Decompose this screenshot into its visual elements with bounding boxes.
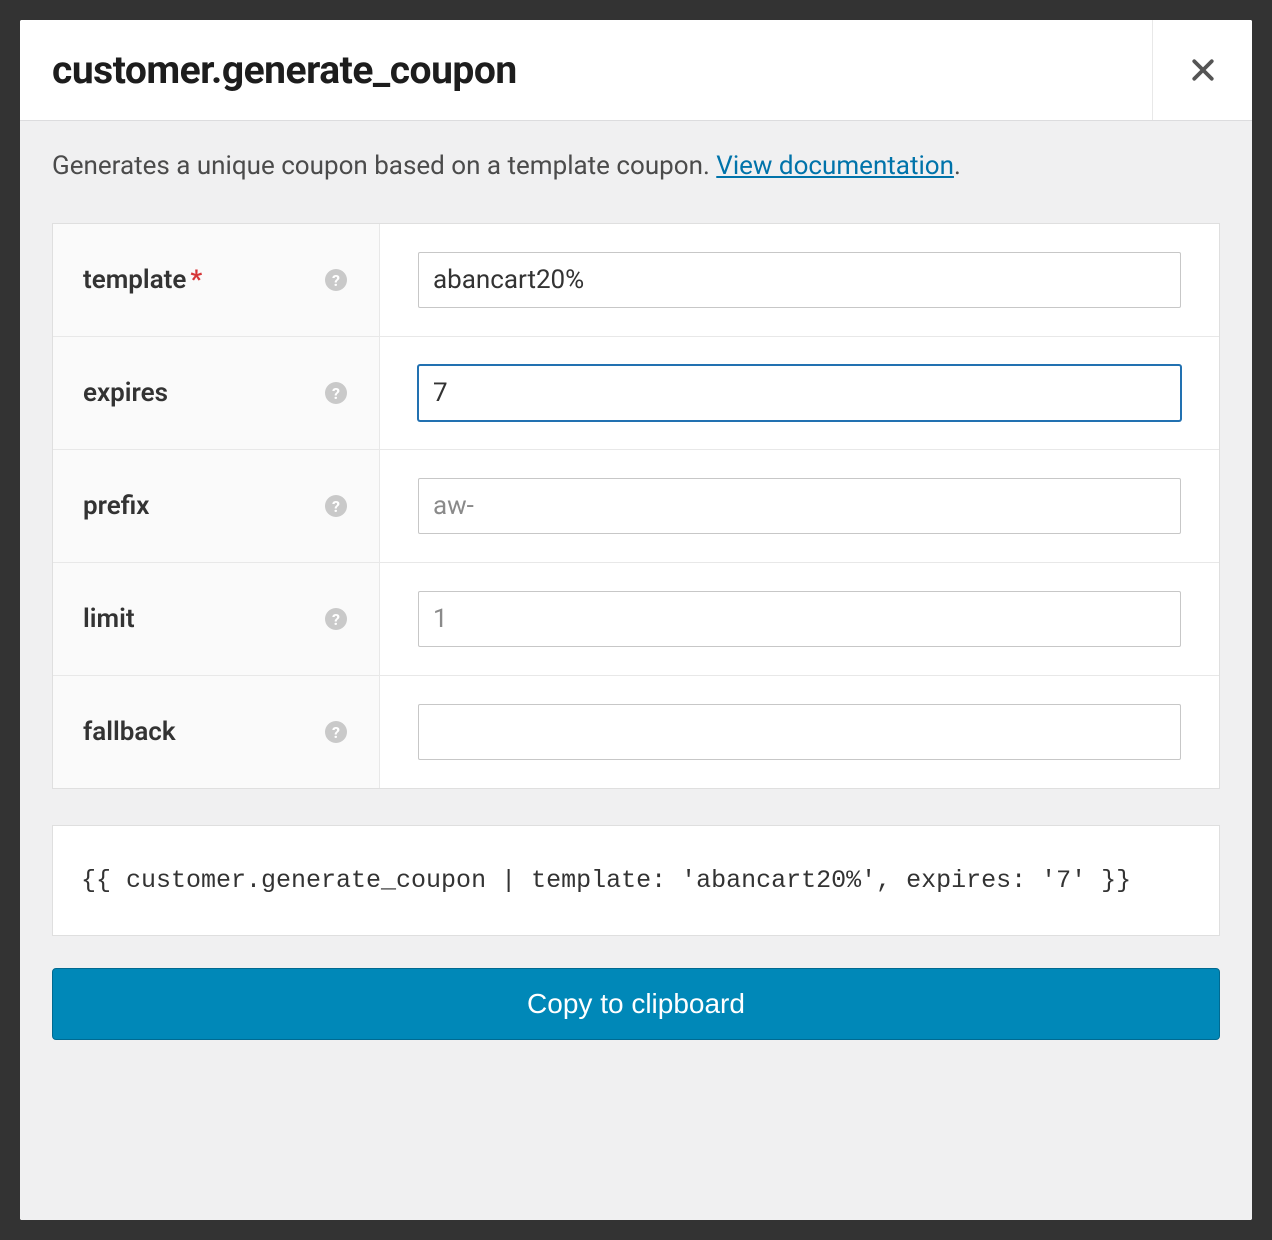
help-icon[interactable]: ? [325,269,347,291]
input-cell [380,450,1219,562]
help-icon[interactable]: ? [325,382,347,404]
required-indicator: * [190,265,202,295]
label-cell: fallback ? [53,676,380,788]
field-label: prefix [83,491,149,521]
close-button[interactable] [1152,20,1252,120]
form-row-limit: limit ? [53,563,1219,676]
limit-input[interactable] [418,591,1181,647]
form-row-fallback: fallback ? [53,676,1219,788]
form-table: template* ? expires ? prefix [52,223,1220,789]
field-label: limit [83,604,135,634]
field-label: expires [83,378,168,408]
input-cell [380,563,1219,675]
modal-dialog: customer.generate_coupon Generates a uni… [20,20,1252,1220]
form-row-prefix: prefix ? [53,450,1219,563]
label-cell: expires ? [53,337,380,449]
help-icon[interactable]: ? [325,495,347,517]
copy-to-clipboard-button[interactable]: Copy to clipboard [52,968,1220,1040]
template-input[interactable] [418,252,1181,308]
form-row-template: template* ? [53,224,1219,337]
modal-body: Generates a unique coupon based on a tem… [20,121,1252,1220]
help-icon[interactable]: ? [325,608,347,630]
help-icon[interactable]: ? [325,721,347,743]
documentation-link[interactable]: View documentation [716,151,954,181]
modal-title: customer.generate_coupon [20,21,549,119]
fallback-input[interactable] [418,704,1181,760]
form-row-expires: expires ? [53,337,1219,450]
expires-input[interactable] [418,365,1181,421]
field-label: fallback [83,717,176,747]
close-icon [1188,55,1218,85]
input-cell [380,224,1219,336]
field-label: template* [83,265,202,295]
prefix-input[interactable] [418,478,1181,534]
input-cell [380,676,1219,788]
modal-header: customer.generate_coupon [20,20,1252,121]
code-preview: {{ customer.generate_coupon | template: … [52,825,1220,936]
description-text: Generates a unique coupon based on a tem… [52,151,1220,181]
input-cell [380,337,1219,449]
label-cell: template* ? [53,224,380,336]
label-cell: prefix ? [53,450,380,562]
label-cell: limit ? [53,563,380,675]
